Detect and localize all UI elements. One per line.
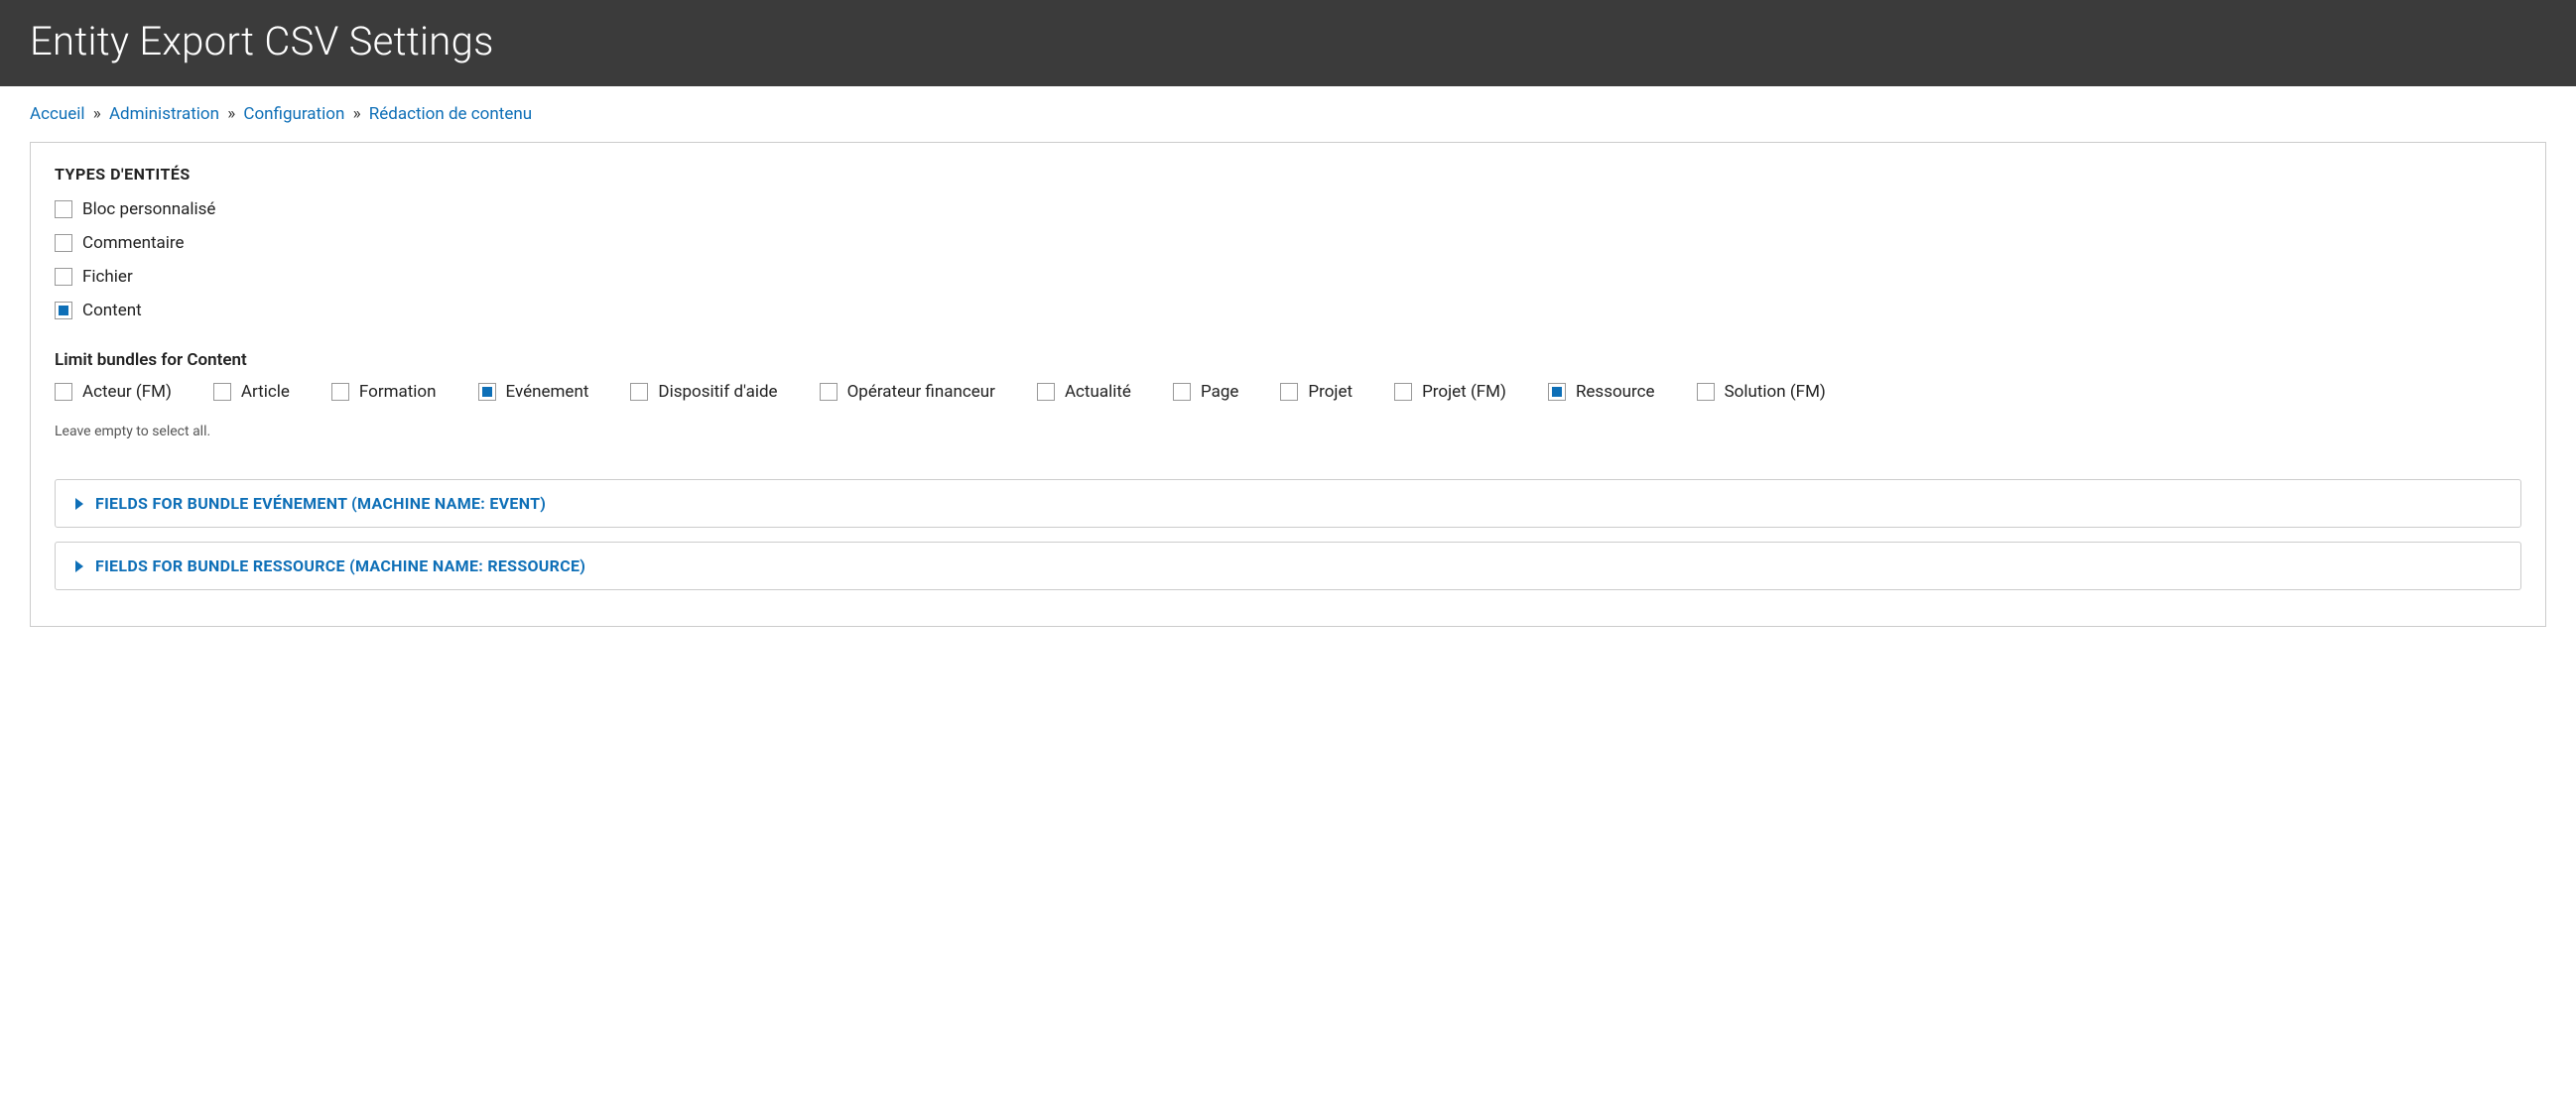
chevron-right-icon bbox=[75, 498, 83, 510]
checkbox-label[interactable]: Solution (FM) bbox=[1725, 382, 1826, 402]
checkbox-label[interactable]: Content bbox=[82, 301, 142, 320]
checkbox-solution-fm[interactable] bbox=[1697, 383, 1715, 401]
page-title: Entity Export CSV Settings bbox=[30, 18, 2546, 64]
checkbox-projet[interactable] bbox=[1280, 383, 1298, 401]
checkbox-fichier[interactable] bbox=[55, 268, 72, 286]
checkbox-label[interactable]: Bloc personnalisé bbox=[82, 199, 215, 219]
chevron-right-icon bbox=[75, 560, 83, 572]
details-summary-ressource[interactable]: FIELDS FOR BUNDLE RESSOURCE (MACHINE NAM… bbox=[56, 543, 2520, 589]
breadcrumb-separator: » bbox=[227, 104, 235, 124]
breadcrumb-link-configuration[interactable]: Configuration bbox=[243, 104, 344, 124]
details-panel-evenement: FIELDS FOR BUNDLE EVÉNEMENT (MACHINE NAM… bbox=[55, 479, 2521, 528]
checkbox-label[interactable]: Acteur (FM) bbox=[82, 382, 172, 402]
breadcrumb-separator: » bbox=[93, 104, 101, 124]
details-title: FIELDS FOR BUNDLE RESSOURCE (MACHINE NAM… bbox=[95, 556, 585, 575]
checkbox-projet-fm[interactable] bbox=[1394, 383, 1412, 401]
bundle-item: Evénement bbox=[478, 382, 589, 402]
bundle-item: Formation bbox=[331, 382, 437, 402]
bundle-item: Article bbox=[213, 382, 290, 402]
checkbox-label[interactable]: Projet bbox=[1308, 382, 1352, 402]
entity-type-item: Bloc personnalisé bbox=[55, 199, 2521, 219]
checkbox-bloc-personnalise[interactable] bbox=[55, 200, 72, 218]
checkbox-label[interactable]: Formation bbox=[359, 382, 437, 402]
bundle-item: Solution (FM) bbox=[1697, 382, 1826, 402]
breadcrumb-link-redaction[interactable]: Rédaction de contenu bbox=[369, 104, 532, 124]
checkbox-formation[interactable] bbox=[331, 383, 349, 401]
bundle-item: Acteur (FM) bbox=[55, 382, 172, 402]
checkbox-page[interactable] bbox=[1173, 383, 1191, 401]
entity-type-item: Fichier bbox=[55, 267, 2521, 287]
details-title: FIELDS FOR BUNDLE EVÉNEMENT (MACHINE NAM… bbox=[95, 494, 546, 513]
entity-types-list: Bloc personnalisé Commentaire Fichier Co… bbox=[55, 199, 2521, 320]
bundle-item: Opérateur financeur bbox=[820, 382, 995, 402]
checkbox-label[interactable]: Page bbox=[1201, 382, 1238, 402]
details-panel-ressource: FIELDS FOR BUNDLE RESSOURCE (MACHINE NAM… bbox=[55, 542, 2521, 590]
entity-type-item: Content bbox=[55, 301, 2521, 320]
checkbox-actualite[interactable] bbox=[1037, 383, 1055, 401]
checkbox-evenement[interactable] bbox=[478, 383, 496, 401]
breadcrumb-link-administration[interactable]: Administration bbox=[109, 104, 219, 124]
checkbox-commentaire[interactable] bbox=[55, 234, 72, 252]
checkbox-article[interactable] bbox=[213, 383, 231, 401]
header-bar: Entity Export CSV Settings bbox=[0, 0, 2576, 86]
breadcrumb-separator: » bbox=[353, 104, 361, 124]
checkbox-ressource[interactable] bbox=[1548, 383, 1566, 401]
details-summary-evenement[interactable]: FIELDS FOR BUNDLE EVÉNEMENT (MACHINE NAM… bbox=[56, 480, 2520, 527]
checkbox-label[interactable]: Actualité bbox=[1065, 382, 1131, 402]
checkbox-label[interactable]: Opérateur financeur bbox=[847, 382, 995, 402]
bundles-heading: Limit bundles for Content bbox=[55, 350, 2521, 370]
bundle-item: Actualité bbox=[1037, 382, 1131, 402]
checkbox-label[interactable]: Fichier bbox=[82, 267, 133, 287]
entity-types-heading: TYPES D'ENTITÉS bbox=[55, 165, 2521, 184]
breadcrumb: Accueil » Administration » Configuration… bbox=[0, 86, 2576, 142]
bundle-item: Dispositif d'aide bbox=[630, 382, 777, 402]
entity-type-item: Commentaire bbox=[55, 233, 2521, 253]
checkbox-label[interactable]: Commentaire bbox=[82, 233, 185, 253]
checkbox-label[interactable]: Projet (FM) bbox=[1422, 382, 1506, 402]
checkbox-label[interactable]: Dispositif d'aide bbox=[658, 382, 777, 402]
bundle-item: Page bbox=[1173, 382, 1238, 402]
checkbox-label[interactable]: Article bbox=[241, 382, 290, 402]
bundles-help-text: Leave empty to select all. bbox=[55, 424, 2521, 439]
bundle-item: Ressource bbox=[1548, 382, 1655, 402]
bundle-item: Projet (FM) bbox=[1394, 382, 1506, 402]
checkbox-label[interactable]: Ressource bbox=[1576, 382, 1655, 402]
checkbox-dispositif-aide[interactable] bbox=[630, 383, 648, 401]
content-wrap: TYPES D'ENTITÉS Bloc personnalisé Commen… bbox=[0, 142, 2576, 627]
breadcrumb-link-accueil[interactable]: Accueil bbox=[30, 104, 85, 124]
checkbox-acteur-fm[interactable] bbox=[55, 383, 72, 401]
checkbox-content[interactable] bbox=[55, 302, 72, 319]
checkbox-operateur-financeur[interactable] bbox=[820, 383, 837, 401]
settings-panel: TYPES D'ENTITÉS Bloc personnalisé Commen… bbox=[30, 142, 2546, 627]
bundle-item: Projet bbox=[1280, 382, 1352, 402]
bundles-row: Acteur (FM) Article Formation Evénement … bbox=[55, 382, 2521, 416]
checkbox-label[interactable]: Evénement bbox=[506, 382, 589, 402]
